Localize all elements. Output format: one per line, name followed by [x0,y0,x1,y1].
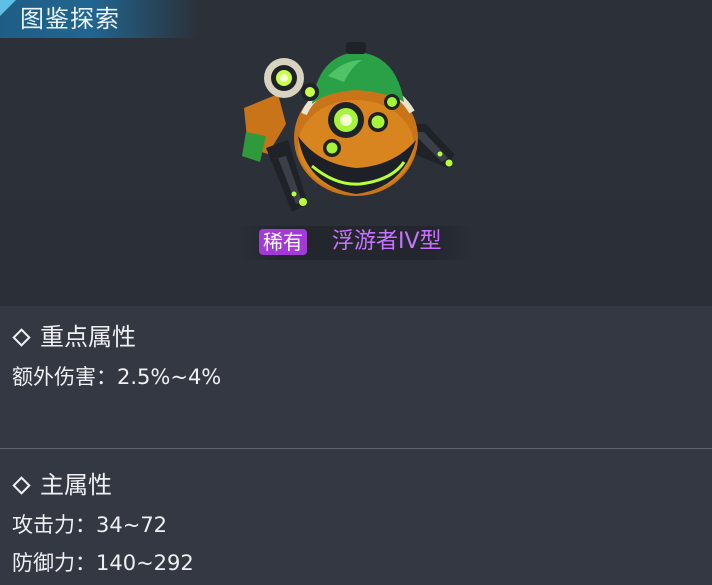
diamond-bullet-icon [12,475,31,495]
key-attributes-header: 重点属性 [12,322,136,352]
main-attributes-header: 主属性 [12,470,112,500]
rarity-badge: 稀有 [259,229,307,255]
section-title: 主属性 [40,471,112,499]
left-eye-pod [264,58,319,101]
stat-defense: 防御力：140~292 [12,551,194,575]
stat-attack: 攻击力：34~72 [12,513,168,537]
robot-illustration [242,42,454,212]
floater-robot-image [226,36,466,216]
page-title: 图鉴探索 [20,5,120,33]
item-name: 浮游者IV型 [332,229,442,254]
main-attributes-section: 主属性 攻击力：34~72 防御力：140~292 [0,449,712,585]
key-attributes-section: 重点属性 额外伤害：2.5%~4% [0,306,712,448]
section-title: 重点属性 [40,323,136,351]
stat-extra-damage: 额外伤害：2.5%~4% [12,365,222,389]
diamond-bullet-icon [12,327,31,347]
header-corner-accent [0,0,16,16]
